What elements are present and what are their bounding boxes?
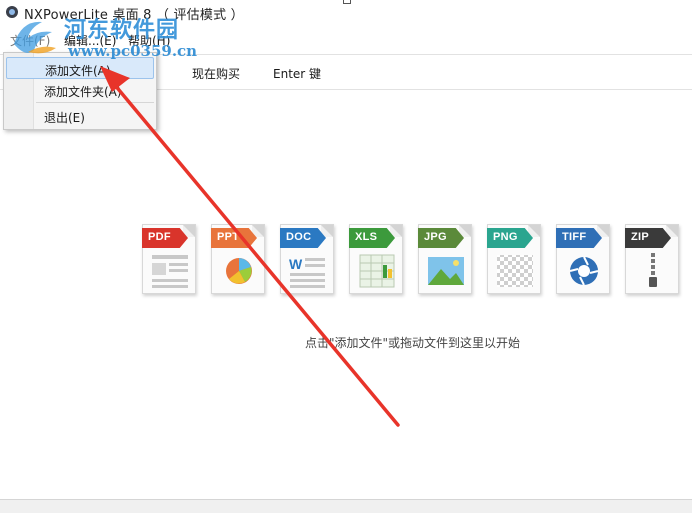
enter-key-button[interactable]: Enter 键	[273, 65, 321, 82]
pdf-file-icon: PDF	[142, 224, 196, 294]
menu-item-add-file[interactable]: 添加文件(A)	[6, 57, 154, 79]
menu-item-label: 添加文件夹(A)	[44, 85, 122, 99]
menu-item-exit[interactable]: 退出(E)	[6, 105, 154, 127]
file-type-label: PNG	[493, 231, 518, 243]
menu-item-label: 退出(E)	[44, 111, 85, 125]
file-type-label: DOC	[286, 231, 312, 243]
menu-item-add-folder[interactable]: 添加文件夹(A)	[6, 79, 154, 101]
file-type-label: TIFF	[562, 231, 587, 243]
file-type-label: XLS	[355, 231, 378, 243]
file-menu-dropdown: 添加文件(A) 添加文件夹(A) 退出(E)	[3, 52, 157, 130]
doc-file-icon: W DOC	[280, 224, 334, 294]
ppt-file-icon: PPT	[211, 224, 265, 294]
tiff-file-icon: TIFF	[556, 224, 610, 294]
buy-now-button[interactable]: 现在购买	[192, 65, 240, 82]
file-type-label: PPT	[217, 231, 240, 243]
drop-hint-text: 点击"添加文件"或拖动文件到这里以开始	[305, 336, 521, 350]
xls-file-icon: XLS	[349, 224, 403, 294]
svg-text:W: W	[289, 256, 303, 272]
status-bar	[0, 499, 692, 513]
file-type-label: PDF	[148, 231, 171, 243]
file-type-icons: PDF PPT W DOC XLS JPG PNG TIFF ZIP	[140, 224, 690, 296]
menu-edit[interactable]: 编辑...(E)	[64, 32, 116, 49]
window-title: NXPowerLite 桌面 8 （ 评估模式 ）	[24, 8, 244, 23]
menu-separator	[36, 102, 154, 103]
window-control-icon[interactable]	[343, 0, 351, 4]
menu-file[interactable]: 文件(F)	[10, 32, 50, 49]
zip-file-icon: ZIP	[625, 224, 679, 294]
title-bar: NXPowerLite 桌面 8 （ 评估模式 ）	[0, 0, 692, 26]
jpg-file-icon: JPG	[418, 224, 472, 294]
png-file-icon: PNG	[487, 224, 541, 294]
app-logo-icon	[6, 6, 18, 18]
file-type-label: JPG	[424, 231, 447, 243]
menu-item-label: 添加文件(A)	[45, 64, 111, 78]
menu-bar: 文件(F) 编辑...(E) 帮助(H)	[0, 28, 692, 52]
menu-help[interactable]: 帮助(H)	[128, 32, 170, 49]
file-type-label: ZIP	[631, 231, 650, 243]
